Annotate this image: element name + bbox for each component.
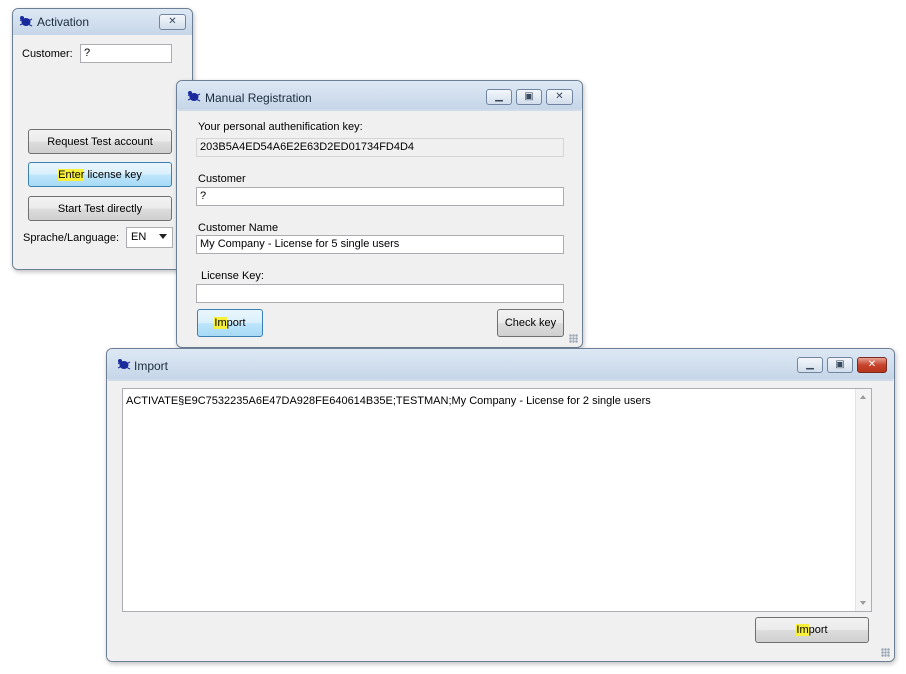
manual-registration-window: Manual Registration ▁ ▣ ✕ Your personal … bbox=[176, 80, 583, 348]
resize-grip-icon[interactable] bbox=[569, 334, 578, 343]
minimize-button[interactable]: ▁ bbox=[486, 89, 512, 105]
customer-label: Customer: bbox=[22, 48, 73, 60]
activation-window: Activation ✕ Customer: ? Request Test ac… bbox=[12, 8, 193, 270]
import-highlight: Im bbox=[214, 317, 227, 329]
enter-license-key-label: license key bbox=[84, 168, 142, 181]
enter-license-key-button[interactable]: Enter license key bbox=[28, 162, 172, 187]
auth-key-label: Your personal authenification key: bbox=[198, 121, 363, 133]
customer-name-label: Customer Name bbox=[198, 222, 279, 234]
language-value: EN bbox=[131, 231, 147, 243]
check-key-button[interactable]: Check key bbox=[497, 309, 564, 337]
import-window: Import ▁ ▣ ✕ ACTIVATE§E9C7532235A6E47DA9… bbox=[106, 348, 895, 662]
maximize-button[interactable]: ▣ bbox=[827, 357, 853, 373]
bug-app-icon bbox=[117, 359, 131, 370]
close-icon: ✕ bbox=[168, 16, 177, 27]
language-label: Sprache/Language: bbox=[23, 232, 120, 244]
import-title: Import bbox=[134, 359, 169, 373]
scroll-down-icon[interactable] bbox=[860, 601, 866, 605]
activation-title: Activation bbox=[37, 15, 90, 29]
bug-app-icon bbox=[187, 91, 201, 102]
minimize-icon: ▁ bbox=[806, 359, 814, 370]
customer-field[interactable]: ? bbox=[80, 44, 172, 63]
minimize-button[interactable]: ▁ bbox=[797, 357, 823, 373]
license-key-label: License Key: bbox=[201, 270, 264, 282]
auth-key-field[interactable]: 203B5A4ED54A6E2E63D2ED01734FD4D4 bbox=[196, 138, 564, 157]
license-key-field[interactable] bbox=[196, 284, 564, 303]
maximize-icon: ▣ bbox=[524, 91, 534, 102]
customer-label: Customer bbox=[198, 173, 246, 185]
activation-titlebar[interactable]: Activation ✕ bbox=[13, 9, 192, 35]
import-label: port bbox=[226, 317, 246, 329]
import-button[interactable]: Im port bbox=[755, 617, 869, 643]
manual-registration-title: Manual Registration bbox=[205, 91, 312, 105]
resize-grip-icon[interactable] bbox=[881, 648, 890, 657]
maximize-button[interactable]: ▣ bbox=[516, 89, 542, 105]
import-highlight: Im bbox=[796, 624, 809, 636]
chevron-down-icon bbox=[159, 234, 167, 239]
close-button[interactable]: ✕ bbox=[159, 14, 186, 30]
minimize-icon: ▁ bbox=[495, 91, 503, 102]
close-icon: ✕ bbox=[867, 359, 877, 370]
import-text-area[interactable]: ACTIVATE§E9C7532235A6E47DA928FE640614B35… bbox=[122, 388, 872, 612]
start-test-directly-button[interactable]: Start Test directly bbox=[28, 196, 172, 221]
close-button[interactable]: ✕ bbox=[546, 89, 573, 105]
manual-registration-titlebar[interactable]: Manual Registration ▁ ▣ ✕ bbox=[177, 81, 582, 109]
maximize-icon: ▣ bbox=[835, 359, 845, 370]
import-label: port bbox=[808, 624, 828, 636]
import-text: ACTIVATE§E9C7532235A6E47DA928FE640614B35… bbox=[126, 395, 651, 407]
import-button[interactable]: Im port bbox=[197, 309, 263, 337]
enter-highlight: Enter bbox=[58, 168, 85, 181]
customer-name-field[interactable]: My Company - License for 5 single users bbox=[196, 235, 564, 254]
import-client: ACTIVATE§E9C7532235A6E47DA928FE640614B35… bbox=[107, 381, 894, 661]
manual-registration-client: Your personal authenification key: 203B5… bbox=[177, 111, 582, 347]
close-icon: ✕ bbox=[555, 91, 564, 102]
scroll-up-icon[interactable] bbox=[860, 395, 866, 399]
vertical-scrollbar[interactable] bbox=[855, 389, 871, 611]
language-select[interactable]: EN bbox=[126, 227, 173, 248]
bug-app-icon bbox=[19, 16, 33, 27]
close-button[interactable]: ✕ bbox=[857, 357, 887, 373]
import-titlebar[interactable]: Import ▁ ▣ ✕ bbox=[107, 349, 894, 379]
customer-field[interactable]: ? bbox=[196, 187, 564, 206]
request-test-account-button[interactable]: Request Test account bbox=[28, 129, 172, 154]
activation-client: Customer: ? Request Test account Enter l… bbox=[13, 35, 192, 269]
